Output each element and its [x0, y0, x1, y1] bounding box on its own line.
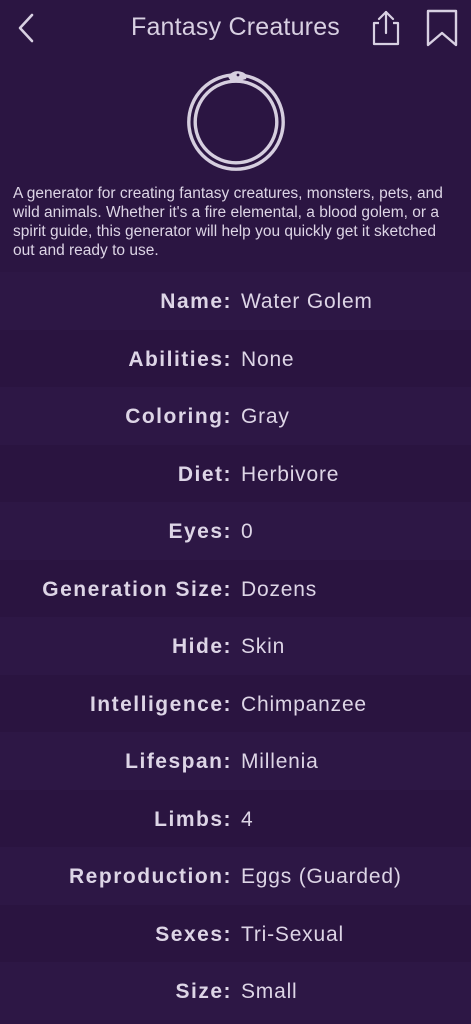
attribute-row-coloring: Coloring: Gray: [0, 387, 471, 445]
attribute-list: Name: Water Golem Abilities: None Colori…: [0, 272, 471, 1020]
bookmark-icon: [426, 9, 458, 47]
attribute-row-sexes: Sexes: Tri-Sexual: [0, 904, 471, 962]
back-button[interactable]: [12, 10, 44, 46]
attribute-label: Diet:: [177, 462, 232, 486]
attribute-label: Intelligence:: [89, 692, 232, 716]
attribute-row-eyes: Eyes: 0: [0, 502, 471, 560]
attribute-label: Size:: [175, 980, 232, 1003]
attribute-value: 0: [241, 520, 254, 543]
attribute-row-diet: Diet: Herbivore: [0, 444, 471, 502]
ouroboros-icon: [187, 71, 285, 171]
attribute-row-limbs: Limbs: 4: [0, 789, 471, 847]
attribute-label: Lifespan:: [125, 750, 232, 773]
attribute-value: 4: [241, 807, 254, 831]
attribute-value: Dozens: [241, 577, 318, 601]
attribute-row-size: Size: Small: [0, 962, 471, 1020]
attribute-label: Reproduction:: [69, 865, 232, 888]
bookmark-button[interactable]: [424, 8, 460, 48]
attribute-value: Tri-Sexual: [241, 922, 344, 946]
attribute-row-abilities: Abilities: None: [0, 329, 471, 387]
ouroboros-logo: [182, 66, 290, 174]
attribute-value: None: [241, 347, 295, 371]
attribute-value: Small: [241, 980, 298, 1003]
attribute-label: Name:: [160, 290, 232, 313]
attribute-value: Eggs (Guarded): [241, 865, 402, 888]
attribute-row-lifespan: Lifespan: Millenia: [0, 732, 471, 790]
share-icon: [372, 10, 400, 46]
attribute-row-hide: Hide: Skin: [0, 617, 471, 675]
navigation-bar: Fantasy Creatures: [0, 0, 471, 58]
attribute-value: Millenia: [241, 750, 319, 773]
share-button[interactable]: [368, 8, 404, 48]
attribute-value: Chimpanzee: [241, 692, 367, 716]
attribute-row-name: Name: Water Golem: [0, 272, 471, 330]
attribute-label: Hide:: [172, 635, 232, 658]
attribute-label: Abilities:: [128, 347, 232, 371]
page-title: Fantasy Creatures: [130, 13, 341, 41]
attribute-label: Coloring:: [125, 405, 232, 428]
chevron-left-icon: [18, 13, 34, 43]
attribute-value: Gray: [241, 405, 290, 428]
attribute-row-reproduction: Reproduction: Eggs (Guarded): [0, 847, 471, 905]
attribute-label: Limbs:: [154, 807, 232, 831]
attribute-row-generation-size: Generation Size: Dozens: [0, 559, 471, 617]
attribute-row-intelligence: Intelligence: Chimpanzee: [0, 674, 471, 732]
attribute-value: Skin: [241, 635, 286, 658]
attribute-label: Generation Size:: [42, 577, 232, 601]
attribute-value: Water Golem: [241, 290, 373, 313]
generator-description: A generator for creating fantasy creatur…: [13, 185, 443, 259]
attribute-label: Sexes:: [155, 922, 232, 946]
attribute-value: Herbivore: [241, 462, 340, 486]
generator-screen: Fantasy Creatures A generator for creati…: [0, 0, 471, 1024]
attribute-label: Eyes:: [168, 520, 232, 543]
